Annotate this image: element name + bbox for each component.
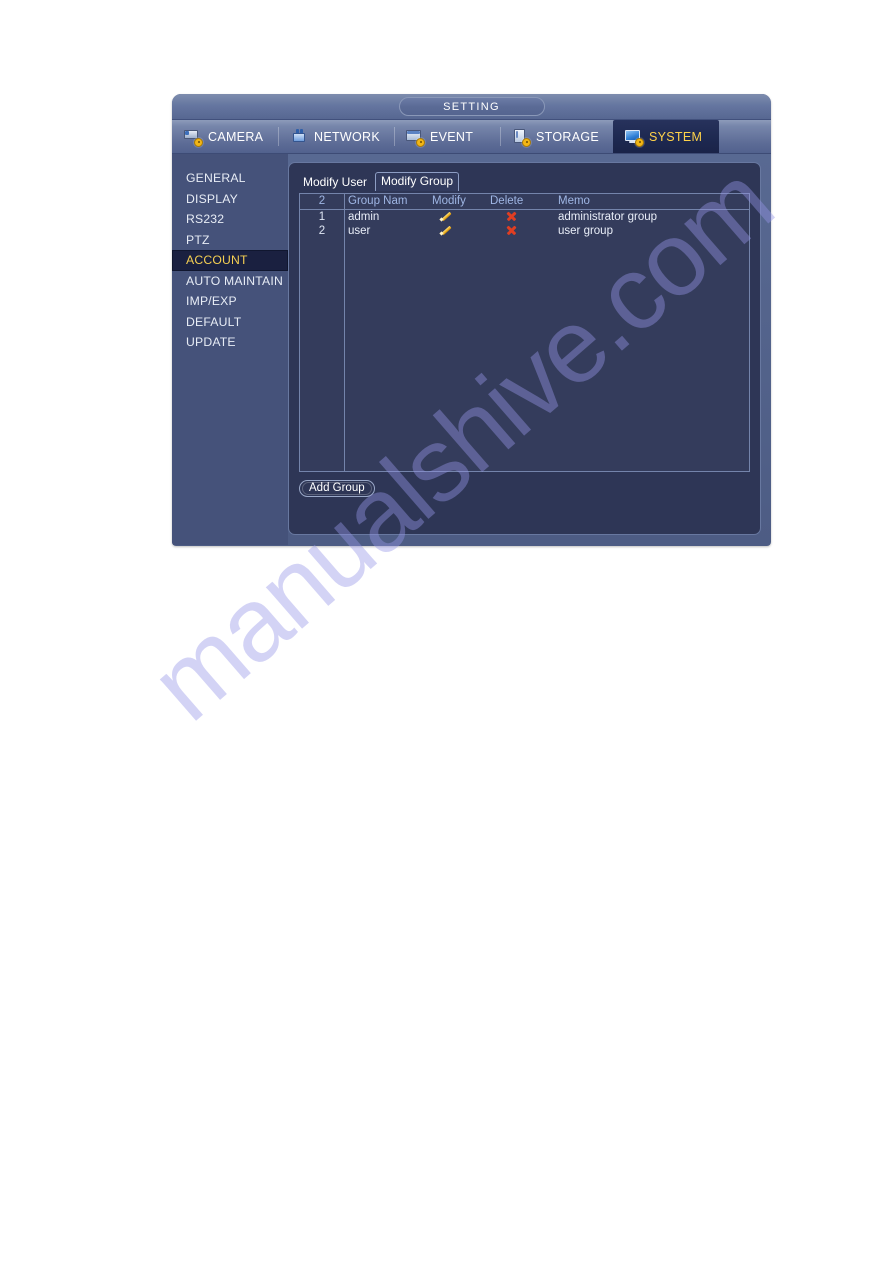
index-column-divider (344, 194, 345, 471)
sidebar-item-label: RS232 (186, 212, 225, 226)
setting-dialog: SETTING CAMERA NETWORK EVENT STORAGE SYS… (172, 94, 771, 546)
sidebar-item-label: UPDATE (186, 335, 236, 349)
dialog-body: GENERAL DISPLAY RS232 PTZ ACCOUNT AUTO M… (172, 154, 771, 545)
nav-tab-system[interactable]: SYSTEM (613, 120, 719, 153)
nav-tab-storage-label: STORAGE (536, 129, 599, 144)
pencil-icon[interactable] (440, 225, 451, 236)
header-group-name: Group Nam (344, 194, 432, 210)
delete-x-icon[interactable] (506, 211, 517, 222)
row-memo: user group (558, 224, 613, 237)
row-modify-cell (432, 224, 490, 238)
row-modify-cell (432, 209, 490, 224)
group-table-grid: 2 Group Nam Modify Delete Memo 1 admin a… (300, 194, 749, 238)
header-index: 2 (300, 194, 344, 210)
sidebar-item-label: DEFAULT (186, 314, 242, 329)
nav-tab-system-label: SYSTEM (649, 129, 703, 144)
sidebar-item-label: ACCOUNT (186, 253, 248, 267)
sidebar-item-label: IMP/EXP (186, 294, 237, 308)
row-index: 2 (318, 224, 326, 237)
table-row[interactable]: 1 admin administrator group (300, 209, 749, 224)
header-memo: Memo (558, 194, 749, 210)
account-panel: Modify User Modify Group 2 Group Nam Mod… (288, 162, 761, 535)
screenshot-page: SETTING CAMERA NETWORK EVENT STORAGE SYS… (0, 0, 893, 1263)
group-table: 2 Group Nam Modify Delete Memo 1 admin a… (299, 193, 750, 472)
sidebar-item-label: GENERAL (186, 171, 246, 185)
nav-tab-event[interactable]: EVENT (394, 120, 500, 153)
system-icon (625, 129, 644, 147)
table-row[interactable]: 2 user user group (300, 224, 749, 238)
sidebar-item-label: AUTO MAINTAIN (186, 273, 283, 288)
nav-tab-network-label: NETWORK (314, 129, 380, 144)
main-nav: CAMERA NETWORK EVENT STORAGE SYSTEM (172, 120, 771, 154)
sidebar-item-rs232[interactable]: RS232 (172, 209, 288, 230)
sidebar-item-label: DISPLAY (186, 191, 238, 206)
tab-modify-user-label: Modify User (303, 175, 368, 189)
nav-tab-camera-label: CAMERA (208, 129, 264, 144)
panel-actions: Add Group (299, 478, 750, 497)
nav-tab-network[interactable]: NETWORK (278, 120, 394, 153)
row-delete-cell (490, 224, 558, 238)
content-area: Modify User Modify Group 2 Group Nam Mod… (288, 154, 771, 545)
storage-icon (512, 128, 531, 147)
row-memo: administrator group (558, 210, 658, 223)
header-delete: Delete (490, 194, 558, 210)
tab-modify-group[interactable]: Modify Group (375, 172, 460, 191)
sidebar-item-general[interactable]: GENERAL (172, 168, 288, 189)
account-subtabs: Modify User Modify Group (299, 171, 750, 191)
delete-x-icon[interactable] (506, 225, 517, 236)
sidebar-item-label: PTZ (186, 232, 210, 247)
tab-modify-group-label: Modify Group (381, 174, 454, 188)
event-icon (406, 129, 425, 147)
network-icon (290, 128, 308, 145)
tab-modify-user[interactable]: Modify User (299, 174, 371, 191)
row-index: 1 (318, 210, 326, 223)
sidebar-item-default[interactable]: DEFAULT (172, 312, 288, 333)
row-group-name: user (348, 224, 371, 237)
sidebar: GENERAL DISPLAY RS232 PTZ ACCOUNT AUTO M… (172, 154, 288, 545)
group-table-body: 1 admin administrator group 2 user user … (300, 209, 749, 238)
sidebar-item-ptz[interactable]: PTZ (172, 230, 288, 251)
table-header-row: 2 Group Nam Modify Delete Memo (300, 194, 749, 210)
add-group-button[interactable]: Add Group (299, 480, 375, 497)
pencil-icon[interactable] (440, 211, 451, 222)
nav-tab-storage[interactable]: STORAGE (500, 120, 613, 153)
camera-icon (184, 129, 203, 147)
sidebar-item-update[interactable]: UPDATE (172, 332, 288, 353)
sidebar-item-display[interactable]: DISPLAY (172, 189, 288, 210)
row-group-name: admin (348, 210, 380, 223)
group-table-head: 2 Group Nam Modify Delete Memo (300, 194, 749, 210)
nav-tab-event-label: EVENT (430, 129, 474, 144)
nav-tab-camera[interactable]: CAMERA (172, 120, 278, 153)
sidebar-item-imp-exp[interactable]: IMP/EXP (172, 291, 288, 312)
sidebar-item-account[interactable]: ACCOUNT (172, 250, 288, 271)
page-title: SETTING (398, 97, 545, 116)
row-delete-cell (490, 209, 558, 224)
sidebar-item-auto-maintain[interactable]: AUTO MAINTAIN (172, 271, 288, 292)
header-modify: Modify (432, 194, 490, 210)
dialog-title-bar: SETTING (172, 94, 771, 120)
